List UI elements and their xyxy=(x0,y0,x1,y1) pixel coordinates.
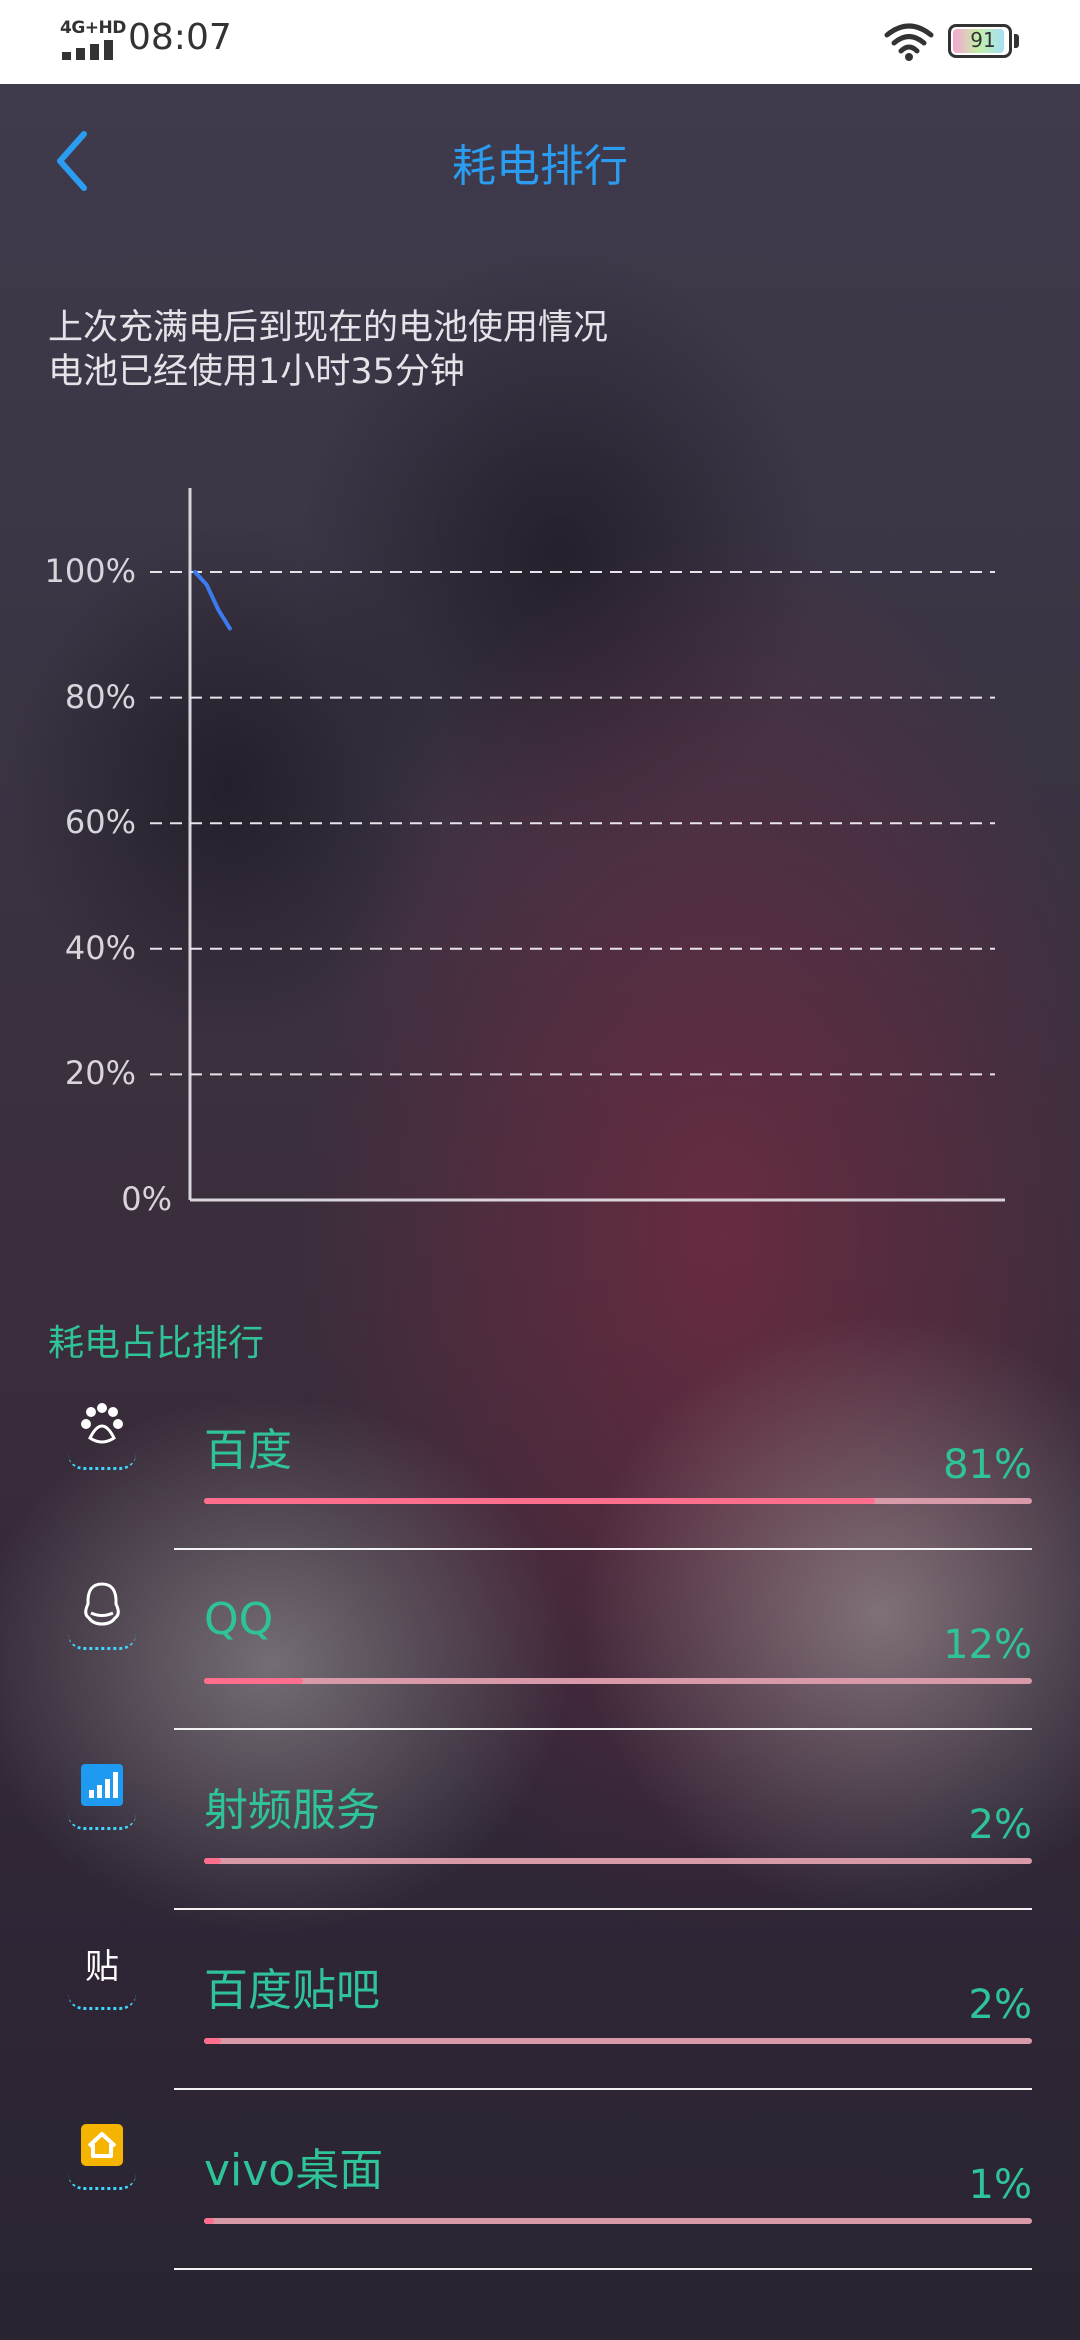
back-button[interactable] xyxy=(50,126,100,196)
app-icon-glyph xyxy=(77,1400,127,1450)
icon-decoration xyxy=(68,1454,136,1470)
app-percent: 12% xyxy=(943,1622,1032,1668)
baidu-paw-icon xyxy=(64,1400,140,1490)
summary-line-usage-time: 电池已经使用1小时35分钟 xyxy=(48,352,465,392)
summary-line-since-charge: 上次充满电后到现在的电池使用情况 xyxy=(48,308,609,348)
battery-level-chart: 100% 80% 60% 40% 20% 0% xyxy=(0,470,1080,1230)
page-title: 耗电排行 xyxy=(452,141,628,192)
signal-bars-icon xyxy=(64,1760,140,1850)
chart-plot xyxy=(150,488,1005,1202)
app-icon-glyph xyxy=(77,1580,127,1630)
app-row[interactable]: QQ 12% xyxy=(0,1550,1080,1730)
network-type: 4G+HD xyxy=(60,18,126,38)
usage-bar-fill xyxy=(204,1498,875,1504)
app-row[interactable]: 贴 百度贴吧 2% xyxy=(0,1910,1080,2090)
app-percent: 81% xyxy=(943,1442,1032,1488)
chevron-left-icon xyxy=(57,131,87,191)
app-name: QQ xyxy=(204,1594,274,1645)
usage-bar xyxy=(204,1498,1032,1504)
y-tick-label: 100% xyxy=(44,552,136,590)
status-bar: 4G+HD 08:07 91 xyxy=(0,0,1080,84)
app-row[interactable]: vivo桌面 1% xyxy=(0,2090,1080,2270)
y-tick-label: 20% xyxy=(64,1054,136,1093)
app-percent: 2% xyxy=(968,1802,1032,1848)
tieba-icon: 贴 xyxy=(64,1940,140,2030)
battery-icon: 91 xyxy=(948,24,1020,60)
home-icon xyxy=(64,2120,140,2210)
cellular-signal-icon: 4G+HD xyxy=(60,18,126,60)
usage-bar-fill xyxy=(204,2038,221,2044)
usage-bar xyxy=(204,1858,1032,1864)
battery-level: 91 xyxy=(970,28,996,52)
app-percent: 2% xyxy=(968,1982,1032,2028)
icon-decoration xyxy=(68,2174,136,2190)
app-row[interactable]: 百度 81% xyxy=(0,1370,1080,1550)
qq-penguin-icon xyxy=(64,1580,140,1670)
app-name: 百度贴吧 xyxy=(204,1965,380,2016)
usage-bar-fill xyxy=(204,2218,214,2224)
app-row[interactable]: 射频服务 2% xyxy=(0,1730,1080,1910)
battery-summary: 上次充满电后到现在的电池使用情况 电池已经使用1小时35分钟 xyxy=(48,306,608,394)
app-percent: 1% xyxy=(968,2162,1032,2208)
app-icon-glyph xyxy=(77,2120,127,2170)
app-icon-glyph: 贴 xyxy=(77,1940,127,1990)
ranking-title: 耗电占比排行 xyxy=(48,1323,265,1364)
svg-text:贴: 贴 xyxy=(85,1947,119,1987)
usage-bar xyxy=(204,1678,1032,1684)
y-tick-label: 40% xyxy=(64,928,136,967)
icon-decoration xyxy=(68,1814,136,1830)
y-tick-label: 60% xyxy=(64,803,136,842)
app-name: 射频服务 xyxy=(204,1785,380,1836)
battery-level-line xyxy=(193,570,232,631)
wifi-icon xyxy=(884,22,934,62)
icon-decoration xyxy=(68,1994,136,2010)
icon-decoration xyxy=(68,1634,136,1650)
row-divider xyxy=(174,2268,1032,2270)
app-name: vivo桌面 xyxy=(204,2145,384,2196)
usage-bar xyxy=(204,2038,1032,2044)
app-name: 百度 xyxy=(204,1425,292,1476)
y-tick-label: 80% xyxy=(64,677,136,716)
usage-bar-fill xyxy=(204,1678,304,1684)
usage-bar xyxy=(204,2218,1032,2224)
clock: 08:07 xyxy=(128,17,232,58)
y-tick-label: 0% xyxy=(121,1180,172,1218)
usage-bar-fill xyxy=(204,1858,221,1864)
app-icon-glyph xyxy=(77,1760,127,1810)
